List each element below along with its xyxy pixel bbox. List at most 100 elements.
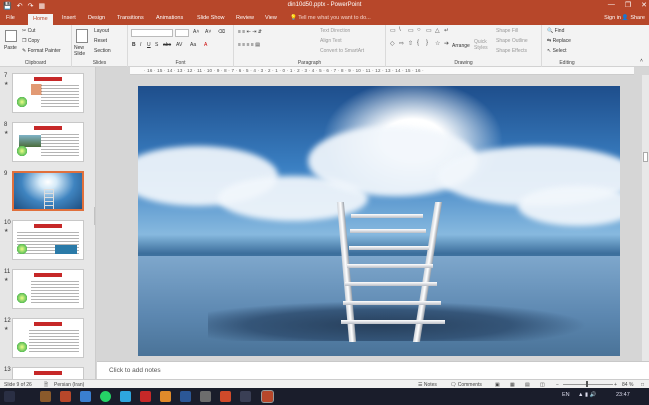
start-icon[interactable] [4,391,15,402]
app-icon[interactable] [240,391,251,402]
bold-button[interactable]: B [132,42,136,48]
spacing-button[interactable]: AV [176,42,182,48]
thumb-number: 10 [4,220,11,226]
thumb-title-band [34,126,62,130]
clear-format-icon[interactable]: ⌫ [218,29,225,35]
cut-button[interactable]: ✂ Cut [22,28,35,34]
ladder-rung [351,214,423,218]
whatsapp-icon[interactable] [100,391,111,402]
vertical-scrollbar[interactable] [642,75,649,361]
tab-file[interactable]: File [6,15,15,21]
thumb-flower-icon [16,341,28,353]
tab-insert[interactable]: Insert [62,15,76,21]
new-slide-icon[interactable] [76,29,88,43]
app-icon[interactable] [200,391,211,402]
powerpoint-active-icon[interactable] [261,390,274,403]
slide-thumbnail-pane[interactable]: 7 ★ 8 ★ 9 10 ★ 11 ★ 12 ★ 13 [0,67,96,379]
thumb-title-band [34,322,62,326]
slide-thumbnail-8[interactable] [12,122,84,162]
ribbon: Paste ✂ Cut ❐ Copy ✎ Format Painter Clip… [0,25,649,67]
slide-thumbnail-11[interactable] [12,269,84,309]
animation-star-icon: ★ [4,130,9,136]
tab-review[interactable]: Review [236,15,254,21]
thumb-number: 7 [4,73,8,79]
font-size-input[interactable] [175,29,189,37]
close-button[interactable]: ✕ [641,1,647,9]
underline-button[interactable]: U [147,42,151,48]
tab-home[interactable]: Home [28,14,53,25]
slide-thumbnail-13[interactable] [12,367,84,379]
browser-icon[interactable] [80,391,91,402]
file-explorer-icon[interactable] [40,391,51,402]
section-button[interactable]: Section [94,48,111,54]
collapse-ribbon-icon[interactable]: ˄ [640,58,643,64]
tell-me-search[interactable]: 💡 Tell me what you want to do... [290,15,371,21]
input-language[interactable]: EN [562,392,570,398]
tab-design[interactable]: Design [88,15,105,21]
layout-button[interactable]: Layout [94,28,109,34]
convert-smartart-button[interactable]: Convert to SmartArt [320,48,364,54]
italic-button[interactable]: I [140,42,141,48]
slide-thumbnail-9[interactable] [12,171,84,211]
restore-button[interactable]: ❐ [625,1,631,9]
select-button[interactable]: ↖ Select [547,48,567,54]
shrink-font-icon[interactable]: A˅ [205,29,211,35]
align-icons[interactable]: ≡ ≡ ≡ ≡ ▤ [238,42,260,48]
tray-icons[interactable]: ▲ ▮ 🔊 [578,392,596,398]
thumb-number: 9 [4,171,8,177]
tab-view[interactable]: View [265,15,277,21]
quick-styles-button[interactable]: Quick Styles [474,39,490,51]
app-icon[interactable] [220,391,231,402]
bullets-icon[interactable]: ≡ ≡ ⇤ ⇥ ⇵ [238,29,262,35]
notes-pane[interactable]: Click to add notes [97,361,649,379]
arrange-button[interactable]: Arrange [452,43,470,49]
replace-button[interactable]: ⇆ Replace [547,38,571,44]
reset-button[interactable]: Reset [94,38,107,44]
share-button[interactable]: 👤 Share [622,15,645,21]
zoom-slider-thumb[interactable] [586,381,588,387]
font-color-icon[interactable]: A [204,42,207,48]
zoom-slider[interactable] [563,384,613,385]
shapes-icon[interactable]: ▭ \ ▭ ○ ▭ △ ↵ ◇ ⇨ ⇧{} ☆ ➔ [390,27,449,51]
telegram-icon[interactable] [120,391,131,402]
ladder-rung [341,320,445,324]
copy-button[interactable]: ❐ Copy [22,38,40,44]
tab-animations[interactable]: Animations [156,15,183,21]
shape-effects-button[interactable]: Shape Effects [496,48,527,54]
cut-label: Cut [27,28,36,34]
grow-font-icon[interactable]: A˄ [193,29,199,35]
change-case-button[interactable]: Aa [190,42,196,48]
tab-slide-show[interactable]: Slide Show [197,15,225,21]
clock[interactable]: 23:47 [616,392,630,398]
ruler-numbers: · 16 · 15 · 14 · 13 · 12 · 11 · 10 · 9 ·… [144,68,424,73]
sign-in-link[interactable]: Sign in [604,15,621,21]
horizontal-ruler: · 16 · 15 · 14 · 13 · 12 · 11 · 10 · 9 ·… [130,67,634,75]
new-slide-button[interactable]: New Slide [74,45,92,57]
powerpoint-taskbar-icon[interactable] [60,391,71,402]
shape-outline-button[interactable]: Shape Outline [496,38,528,44]
slide-thumbnail-12[interactable] [12,318,84,358]
pdf-icon[interactable] [140,391,151,402]
select-label: Select [552,48,567,54]
word-icon[interactable] [180,391,191,402]
text-direction-button[interactable]: Text Direction [320,28,350,34]
media-player-icon[interactable] [160,391,171,402]
thumbnail-scrollbar[interactable] [94,207,95,225]
shape-fill-button[interactable]: Shape Fill [496,28,518,34]
strike-button[interactable]: abc [163,42,171,48]
ribbon-tabs: File Home Insert Design Transitions Anim… [0,13,649,25]
align-text-button[interactable]: Align Text [320,38,342,44]
current-slide[interactable] [138,86,620,356]
vertical-scroll-thumb[interactable] [643,152,648,162]
minimize-button[interactable]: — [608,1,615,9]
format-painter-button[interactable]: ✎ Format Painter [22,48,61,54]
find-button[interactable]: 🔍 Find [547,28,564,34]
slide-thumbnail-7[interactable] [12,73,84,113]
paste-button[interactable]: Paste [4,45,17,51]
paste-icon[interactable] [5,30,17,42]
slide-thumbnail-10[interactable] [12,220,84,260]
thumb-title-band [34,273,62,277]
font-name-input[interactable] [131,29,173,37]
tab-transitions[interactable]: Transitions [117,15,144,21]
shadow-button[interactable]: S [155,42,158,48]
